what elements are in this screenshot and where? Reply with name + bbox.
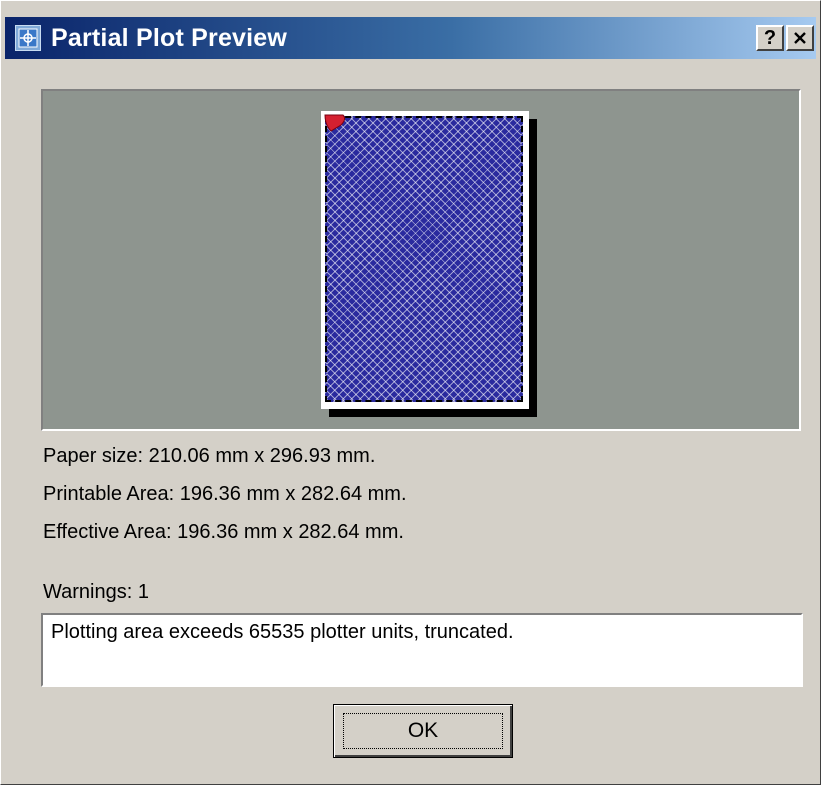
warnings-label: Warnings: 1 — [43, 581, 149, 603]
paper-size-text: Paper size: 210.06 mm x 296.93 mm. — [43, 445, 376, 467]
paper-sheet — [321, 111, 529, 409]
plotted-area — [325, 116, 523, 402]
partial-plot-preview-dialog: Partial Plot Preview ? Paper size: 210.0… — [0, 0, 821, 785]
help-button[interactable]: ? — [756, 25, 784, 51]
close-button[interactable] — [786, 25, 814, 51]
ok-button-label: OK — [407, 719, 439, 742]
window-title: Partial Plot Preview — [51, 23, 288, 52]
help-icon: ? — [763, 27, 777, 49]
warnings-list[interactable]: Plotting area exceeds 65535 plotter unit… — [41, 613, 803, 687]
printable-area-text: Printable Area: 196.36 mm x 282.64 mm. — [43, 483, 407, 505]
ok-button[interactable]: OK — [333, 704, 513, 758]
origin-marker-icon — [324, 114, 346, 132]
ok-button-focus: OK — [343, 713, 503, 749]
title-bar[interactable]: Partial Plot Preview ? — [5, 17, 816, 59]
plot-preview-area — [41, 89, 801, 431]
warning-message: Plotting area exceeds 65535 plotter unit… — [51, 621, 514, 643]
effective-area-text: Effective Area: 196.36 mm x 282.64 mm. — [43, 521, 404, 543]
plot-preview-app-icon — [15, 25, 41, 51]
close-icon — [794, 32, 806, 44]
